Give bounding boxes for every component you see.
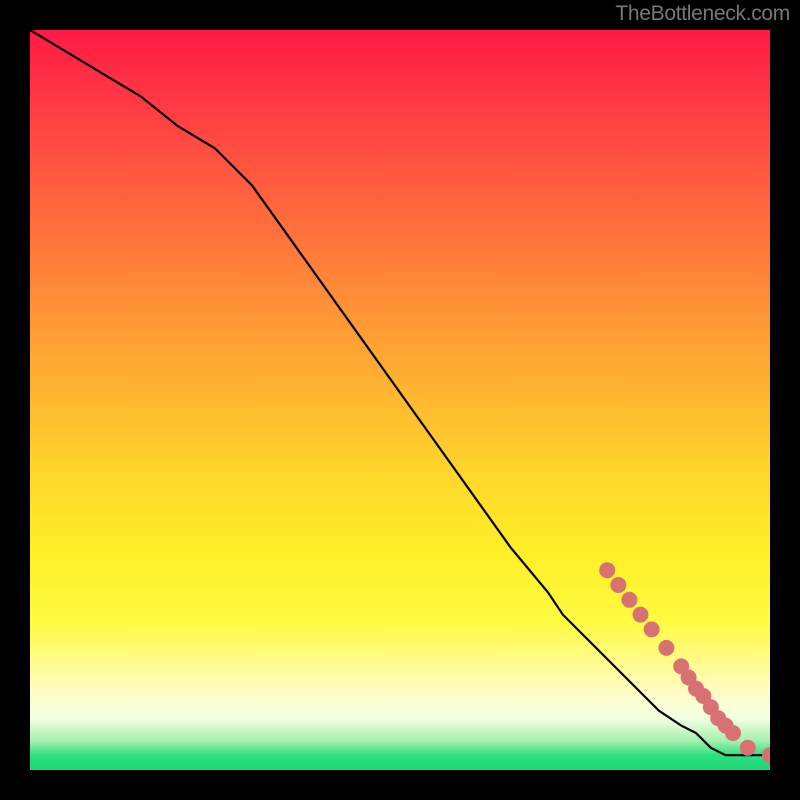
data-point <box>740 740 756 756</box>
data-point <box>658 640 674 656</box>
chart-svg <box>30 30 770 770</box>
data-point <box>725 725 741 741</box>
plot-area <box>30 30 770 770</box>
attribution-text: TheBottleneck.com <box>615 2 790 26</box>
curve-markers <box>599 562 770 763</box>
chart-frame: TheBottleneck.com <box>0 0 800 800</box>
data-point <box>610 577 626 593</box>
data-point <box>599 562 615 578</box>
data-point <box>644 621 660 637</box>
data-point <box>633 607 649 623</box>
data-point <box>621 592 637 608</box>
data-point <box>762 747 770 763</box>
